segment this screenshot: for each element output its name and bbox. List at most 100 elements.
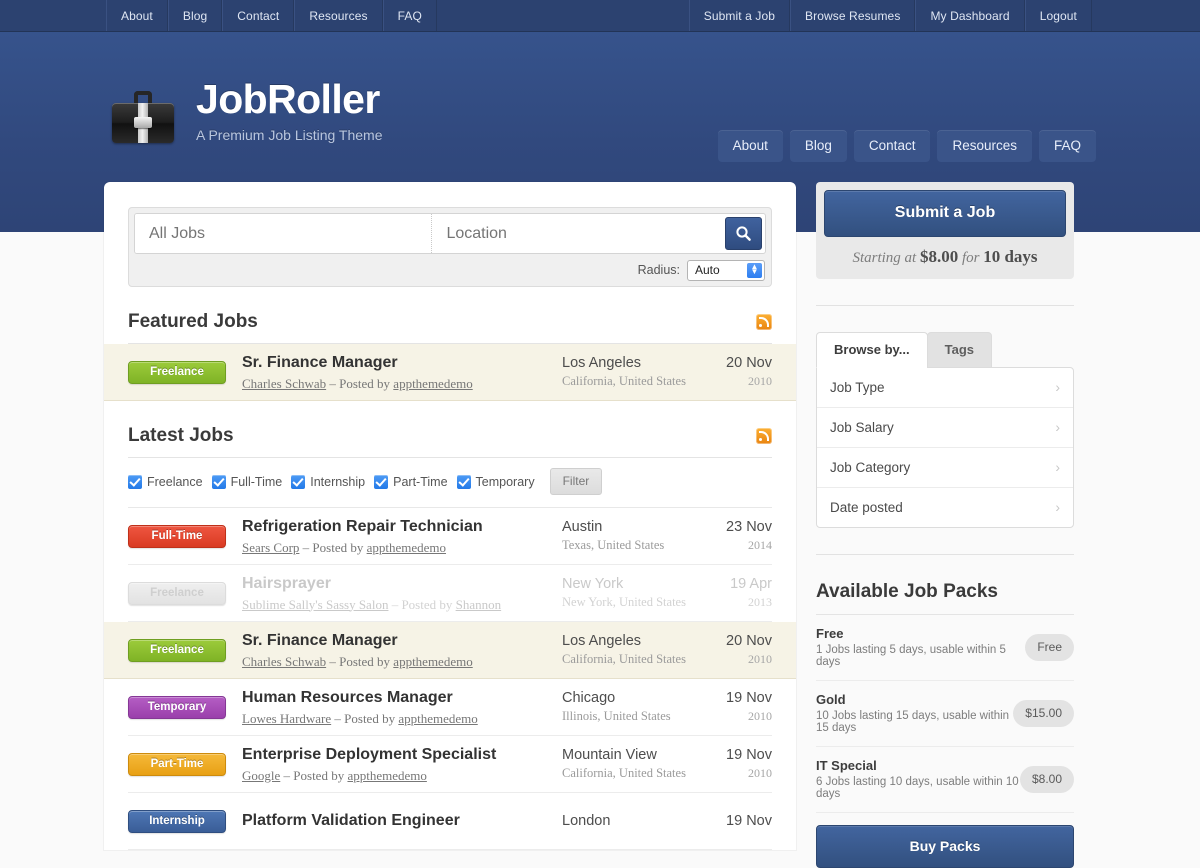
featured-jobs-header: Featured Jobs [128, 311, 772, 344]
job-location-region: California, United States [562, 766, 686, 780]
browse-item-job-category[interactable]: Job Category › [817, 448, 1073, 488]
browse-item-job-salary[interactable]: Job Salary › [817, 408, 1073, 448]
radius-select[interactable]: Auto ▲ ▼ [687, 259, 765, 281]
list-item[interactable]: Free 1 Jobs lasting 5 days, usable withi… [816, 615, 1074, 681]
job-title[interactable]: Sr. Finance Manager [242, 631, 562, 651]
topbar-link-submit-a-job[interactable]: Submit a Job [688, 0, 790, 31]
filter-apply-button[interactable]: Filter [549, 468, 603, 495]
job-company-link[interactable]: Sears Corp [242, 540, 299, 555]
job-location: New York New York, United States [562, 576, 712, 610]
checkbox-icon[interactable] [291, 474, 306, 489]
job-date-day: 20 Nov [726, 355, 772, 371]
table-row[interactable]: Internship Platform Validation Engineer … [128, 793, 772, 850]
topbar-link-about[interactable]: About [106, 0, 168, 31]
filter-label: Internship [310, 474, 366, 489]
topbar-link-resources[interactable]: Resources [294, 0, 383, 31]
table-row[interactable]: Temporary Human Resources Manager Lowes … [128, 679, 772, 736]
job-poster-link[interactable]: appthemedemo [398, 711, 477, 726]
browse-item-date-posted[interactable]: Date posted › [817, 488, 1073, 527]
browse-item-label: Date posted [830, 499, 903, 515]
checkbox-icon[interactable] [128, 474, 142, 489]
search-keyword-input[interactable] [135, 214, 433, 253]
search-fields-row [134, 213, 766, 254]
chevron-right-icon: › [1055, 419, 1060, 435]
job-posted-prefix: – Posted by [302, 539, 364, 555]
main-content-card: Radius: Auto ▲▼ Featured Jobs Freelance … [104, 182, 796, 850]
job-company-link[interactable]: Charles Schwab [242, 654, 326, 669]
table-row[interactable]: Freelance Sr. Finance Manager Charles Sc… [104, 344, 796, 401]
checkbox-icon[interactable] [211, 474, 226, 489]
filter-checkbox-internship[interactable]: Internship [291, 474, 366, 489]
job-company-link[interactable]: Google [242, 768, 280, 783]
topbar-link-contact[interactable]: Contact [222, 0, 295, 31]
tab-tags[interactable]: Tags [926, 332, 993, 368]
filter-checkbox-freelance[interactable]: Freelance [128, 474, 203, 489]
job-company-link[interactable]: Sublime Sally's Sassy Salon [242, 597, 388, 612]
rss-icon[interactable] [756, 428, 772, 444]
job-date-year: 2013 [748, 595, 772, 609]
filter-checkbox-part-time[interactable]: Part-Time [374, 474, 448, 489]
list-item[interactable]: Gold 10 Jobs lasting 15 days, usable wit… [816, 681, 1074, 747]
topbar-link-browse-resumes[interactable]: Browse Resumes [790, 0, 916, 31]
divider [816, 554, 1074, 555]
job-poster-link[interactable]: appthemedemo [367, 540, 446, 555]
page-body: Radius: Auto ▲▼ Featured Jobs Freelance … [0, 182, 1200, 868]
job-posted-prefix: – Posted by [329, 375, 391, 391]
job-poster-link[interactable]: appthemedemo [347, 768, 426, 783]
checkbox-icon[interactable] [374, 474, 389, 489]
table-row[interactable]: Freelance Sr. Finance Manager Charles Sc… [104, 622, 796, 679]
search-submit-button[interactable] [724, 217, 762, 250]
topbar-link-blog[interactable]: Blog [167, 0, 223, 31]
job-title[interactable]: Hairsprayer [242, 574, 562, 594]
job-location-city: London [562, 813, 611, 829]
job-title[interactable]: Sr. Finance Manager [242, 353, 562, 373]
search-location-input[interactable] [432, 214, 725, 253]
table-row[interactable]: Full-Time Refrigeration Repair Technicia… [128, 508, 772, 565]
buy-packs-button[interactable]: Buy Packs [816, 825, 1074, 868]
rss-icon[interactable] [756, 314, 772, 330]
table-row[interactable]: Part-Time Enterprise Deployment Speciali… [128, 736, 772, 793]
pack-price-badge[interactable]: $8.00 [1019, 765, 1074, 793]
job-location: Los Angeles California, United States [562, 633, 712, 667]
nav-item-about[interactable]: About [717, 130, 783, 162]
nav-item-contact[interactable]: Contact [853, 130, 931, 162]
nav-item-faq[interactable]: FAQ [1038, 130, 1096, 162]
stepper-arrows-icon[interactable]: ▲ ▼ [747, 262, 762, 278]
job-title[interactable]: Platform Validation Engineer [242, 811, 562, 831]
job-title[interactable]: Refrigeration Repair Technician [242, 517, 562, 537]
topbar-link-logout[interactable]: Logout [1024, 0, 1092, 31]
job-meta: Sublime Sally's Sassy Salon – Posted by … [242, 597, 562, 613]
topbar-link-my-dashboard[interactable]: My Dashboard [915, 0, 1025, 31]
pricing-middle: for [961, 250, 980, 266]
list-item[interactable]: IT Special 6 Jobs lasting 10 days, usabl… [816, 747, 1074, 813]
filter-checkbox-full-time[interactable]: Full-Time [211, 474, 282, 489]
job-poster-link[interactable]: appthemedemo [393, 654, 472, 669]
site-logo[interactable]: JobRoller A Premium Job Listing Theme [112, 79, 383, 143]
sidebar: Submit a Job Starting at $8.00 for 10 da… [816, 182, 1074, 868]
status-badge: Temporary [128, 695, 226, 719]
job-company-link[interactable]: Charles Schwab [242, 376, 326, 391]
pack-description: 1 Jobs lasting 5 days, usable within 5 d… [816, 644, 1006, 668]
tab-browse-by[interactable]: Browse by... [816, 332, 928, 368]
job-date: 20 Nov 2010 [712, 355, 772, 389]
pack-price-badge[interactable]: Free [1025, 633, 1074, 661]
job-posted-prefix: – Posted by [283, 767, 345, 783]
pricing-prefix: Starting at [852, 250, 917, 266]
filter-checkbox-temporary[interactable]: Temporary [456, 474, 535, 489]
browse-item-job-type[interactable]: Job Type › [817, 368, 1073, 408]
table-row[interactable]: Freelance Hairsprayer Sublime Sally's Sa… [128, 565, 772, 622]
job-location-region: California, United States [562, 652, 686, 666]
filter-label: Part-Time [393, 474, 448, 489]
topbar-link-faq[interactable]: FAQ [382, 0, 437, 31]
nav-item-resources[interactable]: Resources [937, 130, 1032, 162]
job-company-link[interactable]: Lowes Hardware [242, 711, 331, 726]
job-title[interactable]: Enterprise Deployment Specialist [242, 745, 562, 765]
job-title[interactable]: Human Resources Manager [242, 688, 562, 708]
checkbox-icon[interactable] [456, 474, 471, 489]
pack-price-badge[interactable]: $15.00 [1013, 699, 1074, 727]
job-poster-link[interactable]: Shannon [456, 597, 502, 612]
submit-a-job-button[interactable]: Submit a Job [824, 190, 1066, 237]
nav-item-blog[interactable]: Blog [789, 130, 847, 162]
job-poster-link[interactable]: appthemedemo [393, 376, 472, 391]
job-date: 19 Apr 2013 [712, 576, 772, 610]
